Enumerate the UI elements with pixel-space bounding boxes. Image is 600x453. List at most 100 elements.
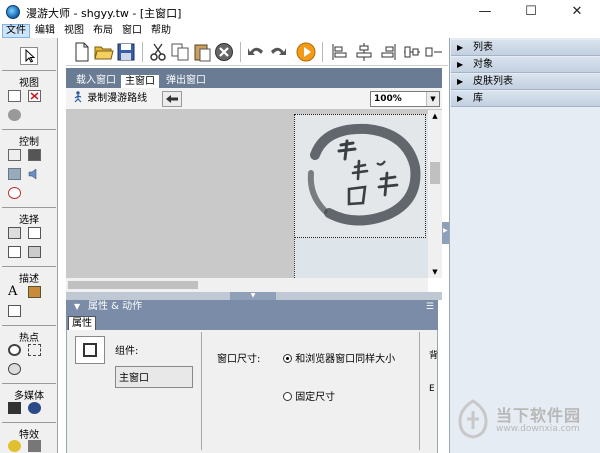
properties-title: 属性 & 动作 xyxy=(88,301,143,312)
horizontal-scroll-thumb[interactable] xyxy=(68,281,198,289)
horizontal-scrollbar[interactable] xyxy=(66,278,428,292)
panel-list[interactable]: ▶ 列表 xyxy=(451,40,600,56)
menu-help[interactable]: 帮助 xyxy=(148,24,174,38)
control-button-icon[interactable] xyxy=(8,149,21,161)
tool-divider xyxy=(2,70,56,71)
expand-arrow-icon: ▶ xyxy=(457,77,464,86)
control-speaker-icon[interactable] xyxy=(28,168,41,180)
view-panorama-icon[interactable] xyxy=(8,90,21,102)
copy-icon[interactable] xyxy=(170,42,190,62)
component-name-field[interactable]: 主窗口 xyxy=(115,366,193,388)
cut-icon[interactable] xyxy=(148,42,168,62)
panel-objects[interactable]: ▶ 对象 xyxy=(451,57,600,73)
minimize-button[interactable]: — xyxy=(462,0,508,24)
select-map-icon[interactable] xyxy=(28,246,41,258)
panel-library[interactable]: ▶ 库 xyxy=(451,91,600,107)
play-icon[interactable] xyxy=(296,42,316,62)
panel-skin-list[interactable]: ▶ 皮肤列表 xyxy=(451,74,600,90)
align-top-icon[interactable] xyxy=(402,42,422,62)
main-toolbar xyxy=(66,38,448,66)
align-left-icon[interactable] xyxy=(330,42,350,62)
maximize-button[interactable]: ☐ xyxy=(508,0,554,24)
back-button[interactable] xyxy=(162,91,182,107)
menu-layout[interactable]: 布局 xyxy=(90,24,116,38)
expand-arrow-icon: ▶ xyxy=(457,94,464,103)
tool-divider xyxy=(2,383,56,384)
align-edge-icon[interactable] xyxy=(424,42,444,62)
align-center-icon[interactable] xyxy=(354,42,374,62)
chevron-right-icon: ▶ xyxy=(443,227,448,234)
stage-image-area[interactable] xyxy=(294,114,426,238)
view-hotspot-icon[interactable] xyxy=(28,90,41,102)
control-image-icon[interactable] xyxy=(8,168,21,180)
pointer-tool-button[interactable] xyxy=(20,47,38,65)
collapse-down-icon[interactable]: ▼ xyxy=(230,292,276,300)
edge-label: E xyxy=(429,384,435,394)
option-fixed-size[interactable]: 固定尺寸 xyxy=(283,388,335,403)
menu-view[interactable]: 视图 xyxy=(61,24,87,38)
properties-tab-row: 属性 xyxy=(66,314,438,330)
menu-bar: 文件 编辑 视图 布局 窗口 帮助 xyxy=(0,24,600,38)
panel-list-label: 列表 xyxy=(473,42,493,53)
hotspot-point-icon[interactable] xyxy=(8,344,21,356)
tab-attributes[interactable]: 属性 xyxy=(68,316,96,330)
right-panel-toggle[interactable]: ▶ xyxy=(442,222,449,244)
select-thumb-icon[interactable] xyxy=(8,246,21,258)
redo-icon[interactable] xyxy=(268,42,288,62)
view-sphere-icon[interactable] xyxy=(8,109,21,121)
option-same-as-browser[interactable]: 和浏览器窗口同样大小 xyxy=(283,350,395,365)
design-canvas[interactable] xyxy=(66,110,428,278)
section-label-describe: 描述 xyxy=(19,274,39,285)
close-button[interactable]: ✕ xyxy=(554,0,600,24)
undo-icon[interactable] xyxy=(246,42,266,62)
scroll-up-icon[interactable]: ▲ xyxy=(428,110,442,122)
describe-textbox-icon[interactable] xyxy=(8,305,21,317)
align-right-icon[interactable] xyxy=(378,42,398,62)
text-tool-icon[interactable]: A xyxy=(8,284,17,299)
control-bar-icon[interactable] xyxy=(28,149,41,161)
app-globe-icon xyxy=(6,5,20,19)
effect-rain-icon[interactable] xyxy=(28,440,41,452)
tab-main-window[interactable]: 主窗口 xyxy=(120,74,160,88)
tool-divider xyxy=(2,129,56,130)
menu-window[interactable]: 窗口 xyxy=(119,24,145,38)
paste-icon[interactable] xyxy=(192,42,212,62)
tab-load-window[interactable]: 载入窗口 xyxy=(72,74,120,88)
save-icon[interactable] xyxy=(116,42,136,62)
record-route-button[interactable]: 录制漫游路线 xyxy=(72,91,147,107)
option-fixed-size-label: 固定尺寸 xyxy=(295,392,336,403)
menu-file[interactable]: 文件 xyxy=(2,24,30,38)
section-label-select: 选择 xyxy=(19,215,39,226)
delete-icon[interactable] xyxy=(214,42,234,62)
calligraphy-logo xyxy=(307,123,421,226)
select-combo-icon[interactable] xyxy=(8,227,21,239)
open-folder-icon[interactable] xyxy=(94,42,114,62)
multimedia-film-icon[interactable] xyxy=(8,402,21,414)
panel-objects-label: 对象 xyxy=(473,59,493,70)
radio-selected-icon[interactable] xyxy=(283,354,292,363)
hotspot-area-icon[interactable] xyxy=(28,344,41,356)
tab-popup-window[interactable]: 弹出窗口 xyxy=(162,74,210,88)
vertical-scrollbar[interactable]: ▲ ▼ xyxy=(428,110,442,278)
panel-splitter[interactable]: ▼ xyxy=(66,292,442,300)
chevron-down-icon[interactable]: ▼ xyxy=(426,92,439,106)
describe-image-icon[interactable] xyxy=(28,286,41,298)
collapse-icon[interactable]: ▼ xyxy=(74,300,80,314)
component-label: 组件: xyxy=(115,346,139,357)
select-list-icon[interactable] xyxy=(28,227,41,239)
scroll-down-icon[interactable]: ▼ xyxy=(428,266,442,278)
menu-edit[interactable]: 编辑 xyxy=(32,24,58,38)
panel-menu-icon[interactable]: ☰ xyxy=(426,300,434,314)
canvas-toolbar: 录制漫游路线 100% ▼ xyxy=(66,88,442,110)
effect-sun-icon[interactable] xyxy=(8,440,21,452)
multimedia-flash-icon[interactable] xyxy=(28,402,41,414)
hotspot-polygon-icon[interactable] xyxy=(8,363,21,375)
vertical-scroll-thumb[interactable] xyxy=(430,162,440,184)
control-radar-icon[interactable] xyxy=(8,187,21,199)
zoom-select[interactable]: 100% ▼ xyxy=(370,91,440,107)
section-label-multimedia: 多媒体 xyxy=(14,391,44,402)
radio-empty-icon[interactable] xyxy=(283,392,292,401)
new-file-icon[interactable] xyxy=(72,42,92,62)
record-route-label: 录制漫游路线 xyxy=(87,93,148,104)
component-thumbnail xyxy=(75,336,105,364)
